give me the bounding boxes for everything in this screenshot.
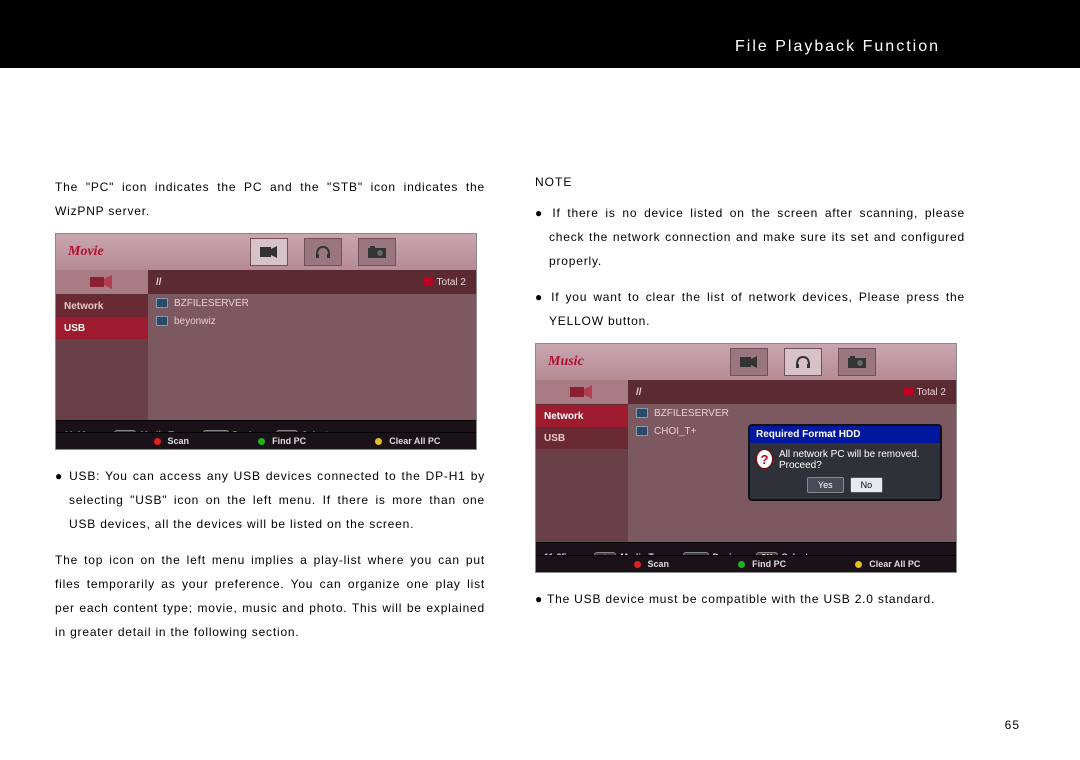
ss1-main: // Total 2 BZFILESERVER beyonwiz [148,270,476,420]
ss2-sidebar: Network USB [536,380,628,542]
ss1-media-tabs [250,238,396,266]
pc-icon [156,298,168,308]
sidebar-item-network[interactable]: Network [536,405,628,427]
ss1-mode-label: Movie [68,244,104,260]
ss2-media-tabs [730,348,876,376]
sidebar-item-usb[interactable]: USB [536,427,628,449]
sidebar-item-usb[interactable]: USB [56,317,148,339]
playlist-icon[interactable] [56,270,148,295]
pc-icon [636,408,648,418]
usb-compat-note: ● The USB device must be compatible with… [535,587,965,611]
ss2-header: Music [536,344,956,380]
hint-scan: Scan [634,559,670,569]
playlist-icon[interactable] [536,380,628,405]
ss2-column-header: // Total 2 [628,380,956,404]
pc-icon [636,426,648,436]
intro-paragraph: The "PC" icon indicates the PC and the "… [55,175,485,223]
sidebar-item-network[interactable]: Network [56,295,148,317]
path-indicator: // [636,387,642,398]
total-count: Total 2 [903,387,946,398]
note-heading: NOTE [535,175,965,189]
page-number: 65 [1005,718,1020,732]
hint-clear-all-pc: Clear All PC [855,559,920,569]
list-item[interactable]: beyonwiz [148,312,476,330]
ss1-footer-color-hints: Scan Find PC Clear All PC [56,432,476,449]
pc-icon [156,316,168,326]
confirm-dialog: Required Format HDD ? All network PC wil… [748,424,942,501]
camera-icon[interactable] [358,238,396,266]
question-icon: ? [756,449,773,469]
note-clear-list: ● If you want to clear the list of netwo… [535,285,965,333]
screenshot-music-browser: Music Net [535,343,957,573]
path-indicator: // [156,277,162,288]
total-count: Total 2 [423,277,466,288]
headphones-icon[interactable] [784,348,822,376]
list-item[interactable]: BZFILESERVER [148,294,476,312]
hint-find-pc: Find PC [738,559,786,569]
page-title: File Playback Function [735,38,940,56]
usb-bullet: ● USB: You can access any USB devices co… [55,464,485,536]
content-columns: The "PC" icon indicates the PC and the "… [0,163,1080,652]
header-bar: File Playback Function [0,0,1080,68]
right-column: NOTE ● If there is no device listed on t… [535,163,965,652]
dialog-yes-button[interactable]: Yes [807,477,844,493]
dialog-no-button[interactable]: No [850,477,884,493]
note-no-device: ● If there is no device listed on the sc… [535,201,965,273]
screenshot-movie-browser: Movie Net [55,233,477,450]
left-column: The "PC" icon indicates the PC and the "… [55,163,485,652]
headphones-icon[interactable] [304,238,342,266]
camera-icon[interactable] [838,348,876,376]
playlist-paragraph: The top icon on the left menu implies a … [55,548,485,644]
camcorder-icon[interactable] [730,348,768,376]
ss2-footer-color-hints: Scan Find PC Clear All PC [536,555,956,572]
ss1-device-list: BZFILESERVER beyonwiz [148,294,476,420]
camcorder-icon[interactable] [250,238,288,266]
ss1-header: Movie [56,234,476,270]
hint-clear-all-pc: Clear All PC [375,436,440,446]
dialog-title: Required Format HDD [750,426,940,443]
ss1-sidebar: Network USB [56,270,148,420]
ss2-mode-label: Music [548,354,584,370]
list-item[interactable]: BZFILESERVER [628,404,956,422]
dialog-message: All network PC will be removed. Proceed? [779,449,934,471]
hint-scan: Scan [154,436,190,446]
hint-find-pc: Find PC [258,436,306,446]
ss1-column-header: // Total 2 [148,270,476,294]
